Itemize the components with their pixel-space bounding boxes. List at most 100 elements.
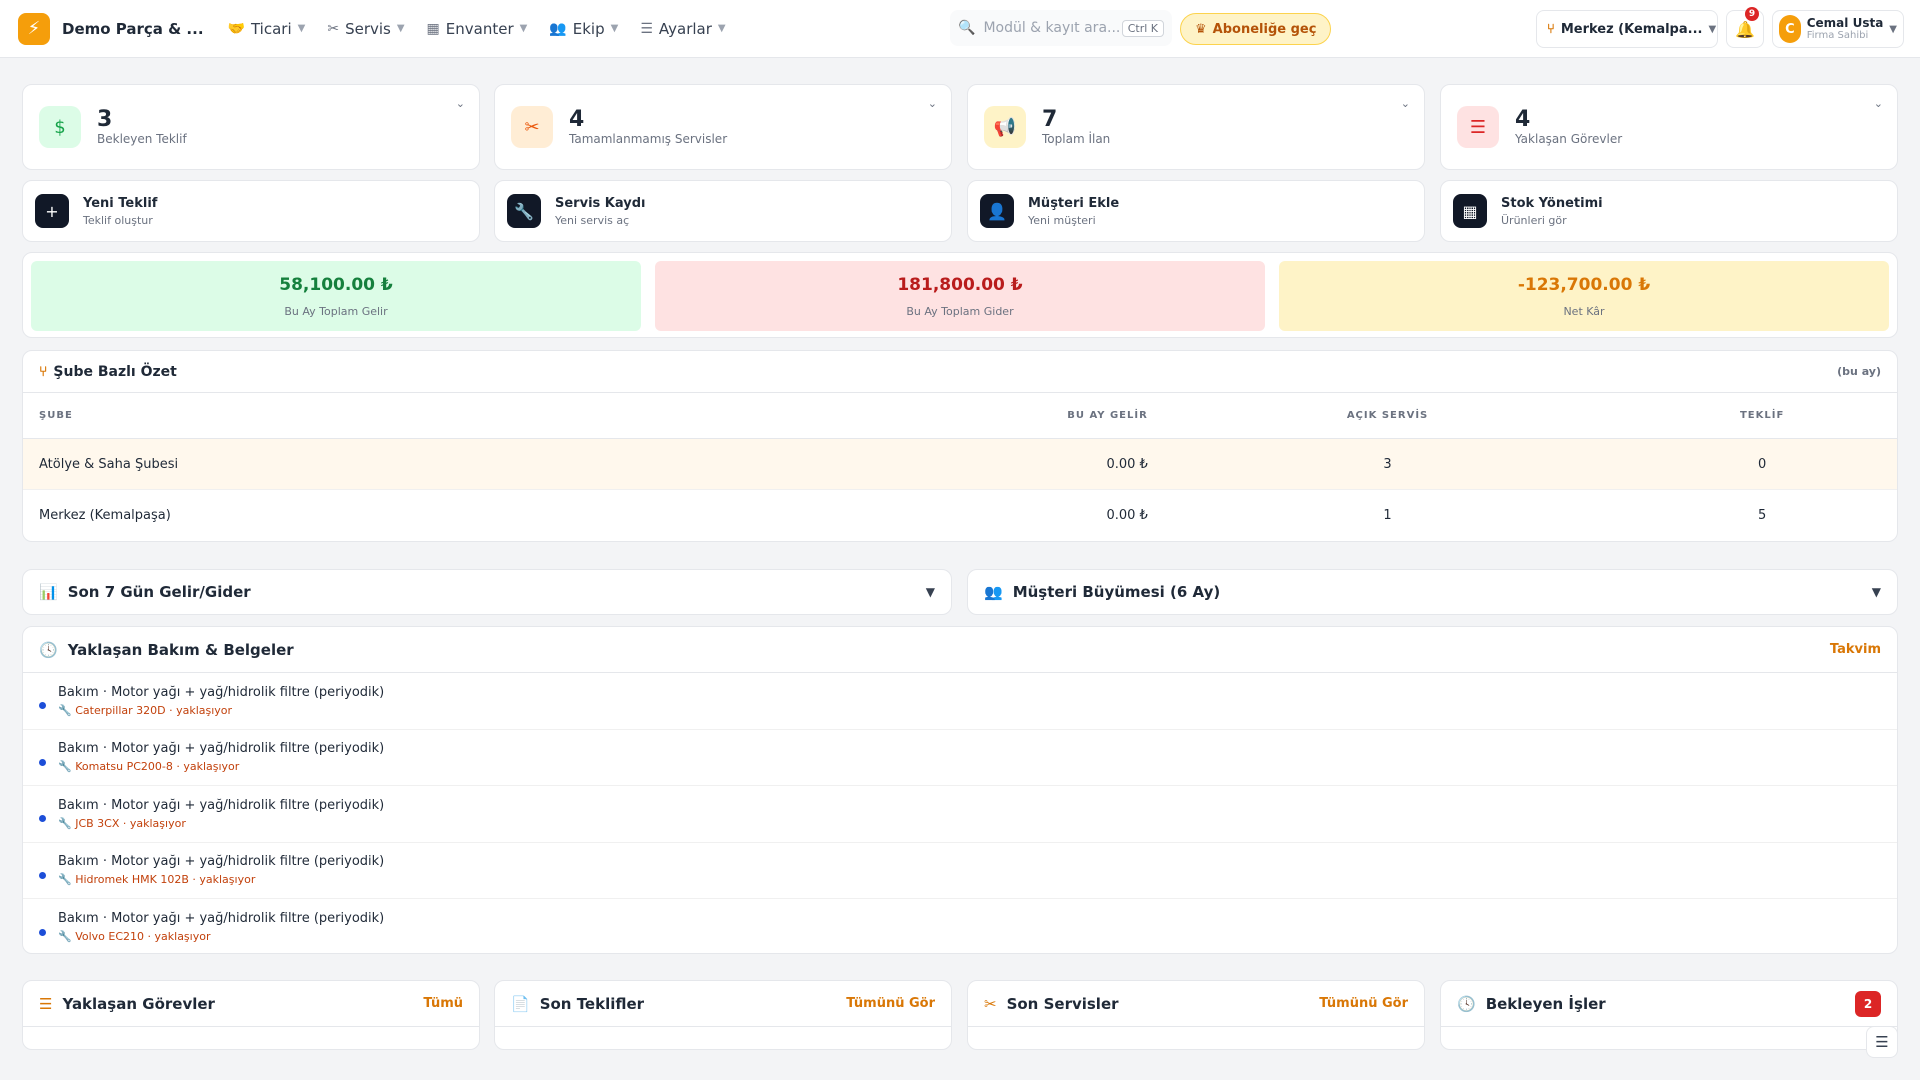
wrench-icon: 🔧: [58, 873, 72, 887]
stat-label: Yaklaşan Görevler: [1515, 132, 1623, 146]
chevron-down-icon: ▼: [1889, 23, 1897, 35]
quick-new-quote[interactable]: + Yeni Teklif Teklif oluştur: [22, 180, 480, 242]
user-role: Firma Sahibi: [1806, 30, 1869, 41]
list-item[interactable]: Bakım · Motor yağı + yağ/hidrolik filtre…: [23, 730, 1897, 786]
column-header[interactable]: BU AY GELİR: [848, 410, 1148, 421]
pending-jobs-card: 🕓 Bekleyen İşler 2: [1440, 980, 1898, 1050]
chevron-down-icon[interactable]: ⌄: [456, 97, 465, 110]
subscribe-button[interactable]: ♛ Aboneliğe geç: [1180, 13, 1332, 45]
section-title: Müşteri Büyümesi (6 Ay): [1012, 583, 1221, 601]
item-title: Bakım · Motor yağı + yağ/hidrolik filtre…: [58, 741, 385, 757]
clock-icon: 🕓: [1457, 994, 1476, 1013]
wrench-icon: 🔧: [58, 816, 72, 830]
menu-ayarlar[interactable]: ☰ Ayarlar ▼: [640, 20, 725, 38]
section-title: Şube Bazlı Özet: [53, 363, 177, 380]
stat-value: 3: [97, 107, 113, 132]
sliders-icon[interactable]: ☰: [1866, 1026, 1898, 1058]
chevron-down-icon: ▼: [925, 585, 935, 599]
company-name[interactable]: Demo Parça & ...: [62, 20, 204, 38]
branch-quotes: 0: [1757, 456, 1767, 472]
recent-quotes-card: 📄 Son Teklifler Tümünü Gör: [494, 980, 952, 1050]
tasks-icon: ☰: [39, 994, 53, 1013]
stat-value: 4: [569, 107, 585, 132]
users-icon: 👥: [984, 583, 1003, 601]
quick-stock-management[interactable]: ▦ Stok Yönetimi Ürünleri gör: [1440, 180, 1898, 242]
chevron-down-icon: ▼: [519, 23, 528, 34]
chevron-down-icon: ▼: [1871, 585, 1881, 599]
branch-summary-table: ⑂ Şube Bazlı Özet (bu ay) ŞUBE BU AY GEL…: [22, 350, 1898, 542]
section-title: Yaklaşan Görevler: [62, 994, 215, 1013]
user-name: Cemal Usta: [1806, 16, 1884, 30]
user-menu[interactable]: C Cemal Usta Firma Sahibi ▼: [1772, 10, 1904, 48]
income-expense-chart-toggle[interactable]: 📊 Son 7 Gün Gelir/Gider ▼: [22, 569, 952, 615]
view-all-link[interactable]: Tümü: [423, 996, 463, 1011]
stat-value: 7: [1042, 107, 1058, 132]
tools-icon: ✂: [984, 994, 997, 1013]
table-row[interactable]: Merkez (Kemalpaşa) 0.00 ₺ 1 5: [23, 490, 1897, 541]
quick-service-record[interactable]: 🔧 Servis Kaydı Yeni servis aç: [494, 180, 952, 242]
clock-icon: 🕓: [39, 640, 58, 659]
top-navbar: ⚡ Demo Parça & ... 🤝 Ticari ▼ ✂ Servis ▼ ▦ En…: [0, 0, 1920, 58]
chevron-down-icon[interactable]: ⌄: [928, 97, 937, 110]
item-subtitle: JCB 3CX · yaklaşıyor: [75, 816, 186, 830]
wrench-icon: 🔧: [58, 760, 72, 774]
menu-ticari[interactable]: 🤝 Ticari ▼: [228, 20, 306, 38]
column-header[interactable]: AÇIK SERVİS: [1148, 410, 1627, 421]
stat-card-upcoming-tasks[interactable]: ☰ 4 Yaklaşan Görevler ⌄: [1440, 84, 1898, 170]
stat-card-listings[interactable]: 📢 7 Toplam İlan ⌄: [967, 84, 1425, 170]
branch-icon: ⑂: [39, 363, 48, 380]
chevron-down-icon[interactable]: ⌄: [1874, 97, 1883, 110]
profit-box: -123,700.00 ₺ Net Kâr: [1279, 261, 1889, 331]
list-item[interactable]: Bakım · Motor yağı + yağ/hidrolik filtre…: [23, 899, 1897, 956]
search-input[interactable]: 🔍 Modül & kayıt ara... Ctrl K: [950, 10, 1172, 46]
branch-selector[interactable]: ⑂ Merkez (Kemalpa... ▼: [1536, 10, 1718, 48]
shortcut-hint: Ctrl K: [1121, 19, 1164, 37]
tools-icon: ✂: [327, 20, 340, 37]
quick-subtitle: Teklif oluştur: [83, 213, 153, 227]
menu-ekip[interactable]: 👥 Ekip ▼: [549, 20, 618, 38]
income-label: Bu Ay Toplam Gelir: [284, 305, 388, 318]
customer-growth-chart-toggle[interactable]: 👥 Müşteri Büyümesi (6 Ay) ▼: [967, 569, 1898, 615]
tasks-icon: ☰: [1457, 106, 1499, 148]
status-dot: [39, 928, 46, 936]
list-item[interactable]: Bakım · Motor yağı + yağ/hidrolik filtre…: [23, 843, 1897, 899]
quick-add-customer[interactable]: 👤 Müşteri Ekle Yeni müşteri: [967, 180, 1425, 242]
list-item[interactable]: Bakım · Motor yağı + yağ/hidrolik filtre…: [23, 673, 1897, 730]
boxes-icon: ▦: [426, 20, 440, 37]
view-all-link[interactable]: Tümünü Gör: [846, 996, 935, 1011]
notifications-button[interactable]: 🔔 9: [1726, 7, 1764, 48]
section-title: Yaklaşan Bakım & Belgeler: [67, 640, 294, 659]
file-invoice-icon: 📄: [511, 994, 530, 1013]
sliders-icon: ☰: [640, 20, 653, 37]
chevron-down-icon[interactable]: ⌄: [1401, 97, 1410, 110]
pending-count-badge: 2: [1855, 990, 1881, 1017]
megaphone-icon: 📢: [984, 106, 1026, 148]
bolt-icon[interactable]: ⚡: [18, 12, 50, 45]
table-row[interactable]: Atölye & Saha Şubesi 0.00 ₺ 3 0: [23, 439, 1897, 490]
chevron-down-icon: ▼: [717, 23, 726, 34]
chevron-down-icon: ▼: [297, 23, 306, 34]
item-subtitle: Volvo EC210 · yaklaşıyor: [75, 930, 211, 944]
quick-subtitle: Yeni müşteri: [1028, 213, 1096, 227]
status-dot: [39, 758, 46, 766]
column-header[interactable]: ŞUBE: [23, 410, 848, 421]
menu-servis[interactable]: ✂ Servis ▼: [327, 20, 404, 38]
menu-envanter[interactable]: ▦ Envanter ▼: [427, 20, 528, 38]
item-subtitle: Caterpillar 320D · yaklaşıyor: [75, 703, 233, 717]
plus-icon: +: [35, 194, 69, 228]
tools-icon: ✂: [511, 106, 553, 148]
boxes-icon: ▦: [1453, 194, 1487, 228]
item-title: Bakım · Motor yağı + yağ/hidrolik filtre…: [58, 684, 385, 700]
crown-icon: ♛: [1195, 21, 1207, 37]
stat-card-pending-quotes[interactable]: $ 3 Bekleyen Teklif ⌄: [22, 84, 480, 170]
calendar-link[interactable]: Takvim: [1830, 642, 1881, 657]
branch-income: 0.00 ₺: [1106, 456, 1148, 472]
quick-subtitle: Ürünleri gör: [1501, 213, 1567, 227]
list-item[interactable]: Bakım · Motor yağı + yağ/hidrolik filtre…: [23, 786, 1897, 843]
stat-card-open-services[interactable]: ✂ 4 Tamamlanmamış Servisler ⌄: [494, 84, 952, 170]
branch-open-services: 1: [1383, 508, 1392, 523]
income-value: 58,100.00 ₺: [279, 275, 393, 295]
column-header[interactable]: TEKLİF: [1627, 410, 1897, 421]
expense-box: 181,800.00 ₺ Bu Ay Toplam Gider: [655, 261, 1265, 331]
view-all-link[interactable]: Tümünü Gör: [1319, 996, 1408, 1011]
